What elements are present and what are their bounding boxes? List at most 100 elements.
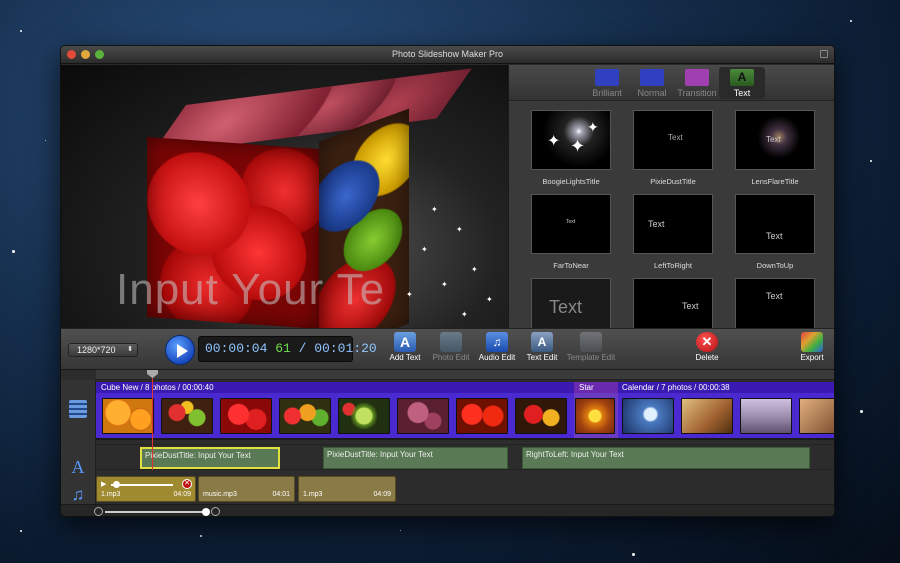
audio-clip-2[interactable]: music.mp3 04:01	[198, 476, 295, 502]
timeline-ruler[interactable]	[96, 370, 834, 380]
photo-track: Cube New / 8 photos / 00:00:40 Star Cale…	[96, 382, 834, 440]
effect-preview: Text	[735, 110, 815, 170]
folder-icon	[685, 69, 709, 86]
photo-clip-moon[interactable]	[622, 398, 674, 434]
tab-normal[interactable]: Normal	[629, 67, 675, 99]
effects-panel: Brilliant Normal Transition A Text ✦ ✦ ✦	[508, 65, 834, 330]
timeline: A ♫ Cube New / 8 photos / 00:00:40 Star …	[61, 370, 834, 516]
photo-clip-apples[interactable]	[515, 398, 567, 434]
title-bar: Photo Slideshow Maker Pro	[61, 46, 834, 64]
text-edit-icon: A	[531, 332, 553, 352]
resolution-value: 1280*720	[77, 345, 116, 355]
text-clip-1[interactable]: PixieDustTitle: Input Your Text	[140, 447, 280, 469]
photo-edit-icon	[440, 332, 462, 352]
photo-clip-assorted[interactable]	[279, 398, 331, 434]
photo-clip-desert[interactable]	[681, 398, 733, 434]
tab-text[interactable]: A Text	[719, 67, 765, 99]
photo-clip-kiwi[interactable]	[338, 398, 390, 434]
tab-brilliant[interactable]: Brilliant	[584, 67, 630, 99]
background-star	[200, 535, 202, 537]
sparkle-glyph: ✦	[587, 119, 599, 135]
effect-preview: Text	[531, 278, 611, 330]
effect-thumb-fartonear[interactable]: Text FarToNear	[531, 194, 611, 270]
music-note-icon: ♫	[71, 485, 85, 504]
effect-thumb[interactable]: Text	[633, 278, 713, 330]
text-clip-2[interactable]: PixieDustTitle: Input Your Text	[323, 447, 508, 469]
effect-thumb-text: Text	[766, 291, 783, 301]
tab-transition[interactable]: Transition	[674, 67, 720, 99]
sparkle: ✦	[471, 265, 478, 274]
folder-icon	[595, 69, 619, 86]
zoom-slider-knob[interactable]	[202, 508, 210, 516]
audio-volume-knob[interactable]	[113, 481, 120, 488]
group-header-cube[interactable]: Cube New / 8 photos / 00:00:40	[96, 382, 574, 393]
time-current: 00:00:04	[205, 341, 268, 356]
effect-category-tabs: Brilliant Normal Transition A Text	[509, 65, 834, 101]
delete-label: Delete	[695, 353, 719, 362]
text-track: PixieDustTitle: Input Your Text PixieDus…	[96, 444, 834, 470]
fullscreen-icon[interactable]	[820, 50, 828, 58]
photo-clip-berries[interactable]	[397, 398, 449, 434]
folder-icon	[640, 69, 664, 86]
sparkle: ✦	[486, 295, 493, 304]
sparkle: ✦	[456, 225, 463, 234]
photo-clip-strawberries[interactable]	[220, 398, 272, 434]
audio-clip-name: 1.mp3	[101, 491, 121, 498]
audio-clip-duration: 04:09	[373, 491, 391, 498]
play-button[interactable]	[165, 335, 195, 365]
template-edit-button[interactable]: Template Edit	[563, 332, 619, 362]
effect-thumb-text: Text	[648, 219, 665, 229]
delete-icon: ✕	[696, 332, 718, 352]
template-edit-icon	[580, 332, 602, 352]
effect-preview: ✦ ✦ ✦	[531, 110, 611, 170]
effect-thumb-downtoup[interactable]: Text DownToUp	[735, 194, 815, 270]
export-label: Export	[800, 353, 824, 362]
background-star	[45, 140, 46, 141]
audio-play-icon[interactable]: ▶	[101, 480, 106, 488]
delete-button[interactable]: ✕ Delete	[679, 332, 735, 362]
photo-clip-tomatoes[interactable]	[456, 398, 508, 434]
photo-clip-mountain[interactable]	[740, 398, 792, 434]
effect-caption: LeftToRight	[654, 261, 692, 270]
tab-label: Text	[733, 88, 751, 98]
effect-thumb-lensflare[interactable]: Text LensFlareTitle	[735, 110, 815, 186]
photo-clip-oranges[interactable]	[102, 398, 154, 434]
preview-canvas[interactable]: ✦ ✦ ✦ ✦ ✦ ✦ ✦ ✦ Input Your Te	[61, 65, 508, 328]
group-header-calendar[interactable]: Calendar / 7 photos / 00:00:38	[618, 382, 834, 393]
effect-thumb-text: Text	[668, 133, 683, 142]
effect-thumb-text: Text	[766, 135, 781, 144]
effect-thumb-text: Text	[766, 231, 783, 241]
photo-clip-star-flower[interactable]	[575, 398, 615, 434]
audio-clip-name: 1.mp3	[303, 491, 323, 498]
effect-caption: BoogieLightsTitle	[542, 177, 600, 186]
audio-clip-1[interactable]: ▶ ✕ 1.mp3 04:09	[96, 476, 196, 502]
audio-clip-duration: 04:01	[272, 491, 290, 498]
effect-thumb-boogielights[interactable]: ✦ ✦ ✦ BoogieLightsTitle	[531, 110, 611, 186]
effect-thumb[interactable]: Text	[531, 278, 611, 330]
effect-thumb-text: Text	[549, 297, 583, 317]
photo-clip-cut-off[interactable]	[799, 398, 834, 434]
audio-remove-icon[interactable]: ✕	[182, 479, 192, 489]
template-edit-label: Template Edit	[566, 353, 616, 362]
text-folder-icon: A	[730, 69, 754, 86]
zoom-in-icon[interactable]	[211, 507, 220, 516]
export-button[interactable]: Export	[784, 332, 834, 362]
zoom-out-icon[interactable]	[94, 507, 103, 516]
effect-preview: Text	[633, 278, 713, 330]
effect-thumb[interactable]: Text	[735, 278, 815, 330]
effect-thumb-lefttoright[interactable]: Text LeftToRight	[633, 194, 713, 270]
effect-thumb-pixiedust[interactable]: Text PixieDustTitle	[633, 110, 713, 186]
background-star	[850, 20, 852, 22]
effect-preview: Text	[633, 110, 713, 170]
effect-caption: FarToNear	[553, 261, 589, 270]
photo-clip-fruit-mix[interactable]	[161, 398, 213, 434]
effect-thumb-text: Text	[566, 219, 576, 225]
audio-clip-3[interactable]: 1.mp3 04:09	[298, 476, 396, 502]
text-edit-button[interactable]: A Text Edit	[514, 332, 570, 362]
resolution-select[interactable]: 1280*720 ⬍	[68, 343, 138, 357]
text-clip-3[interactable]: RightToLeft: Input Your Text	[522, 447, 810, 469]
zoom-slider[interactable]	[105, 511, 205, 513]
audio-volume-slider[interactable]	[111, 484, 173, 486]
group-header-star[interactable]: Star	[574, 382, 618, 393]
effect-caption: PixieDustTitle	[650, 177, 696, 186]
